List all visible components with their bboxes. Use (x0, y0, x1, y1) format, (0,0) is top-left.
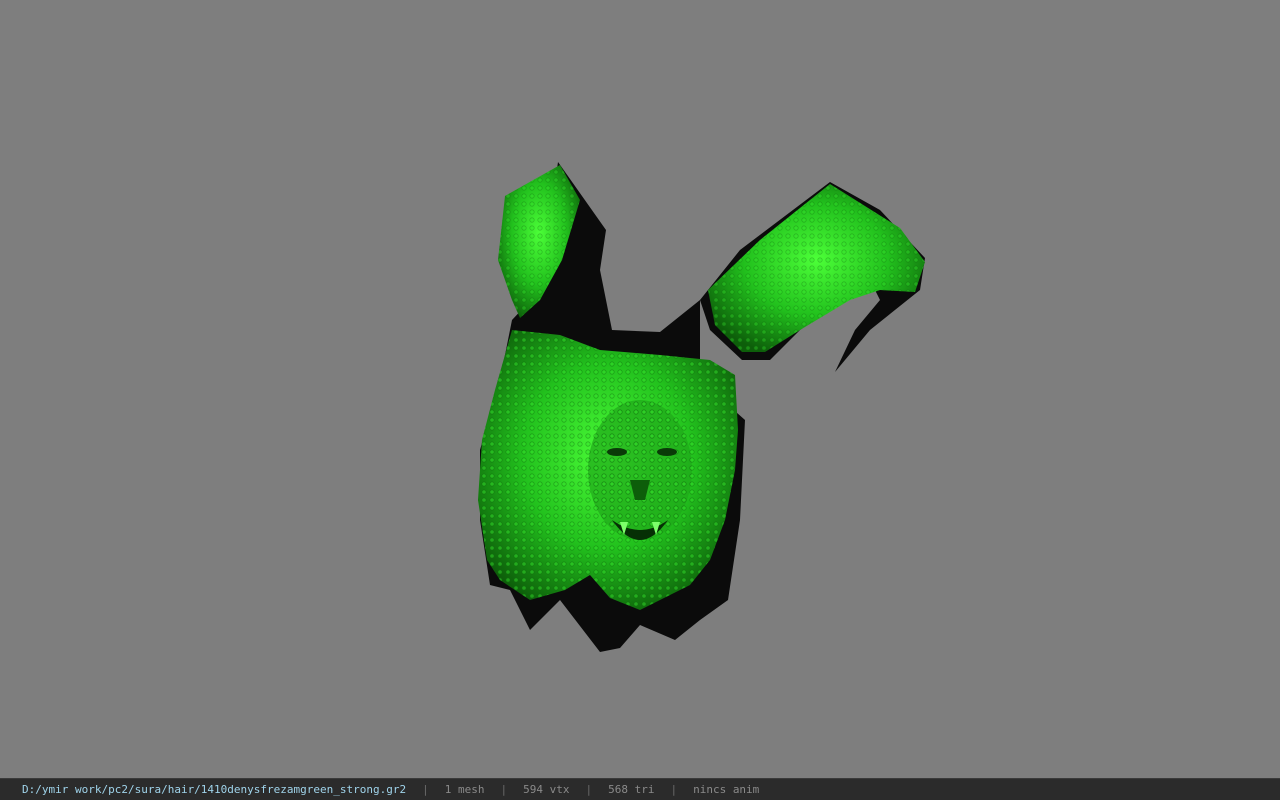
3d-viewport[interactable] (0, 0, 1280, 778)
separator: | (670, 783, 678, 796)
lion-face (478, 330, 738, 610)
separator: | (585, 783, 593, 796)
file-path: D:/ymir work/pc2/sura/hair/1410denysfrez… (22, 783, 407, 796)
status-bar: D:/ymir work/pc2/sura/hair/1410denysfrez… (0, 778, 1280, 800)
vertex-count: 594 vtx (523, 783, 570, 796)
animation-status: nincs anim (693, 783, 760, 796)
separator: | (500, 783, 508, 796)
mesh-count: 1 mesh (444, 783, 485, 796)
right-horn (708, 184, 925, 352)
separator: | (422, 783, 429, 796)
triangle-count: 568 tri (608, 783, 655, 796)
lion-head-hair-model[interactable] (0, 0, 1280, 778)
